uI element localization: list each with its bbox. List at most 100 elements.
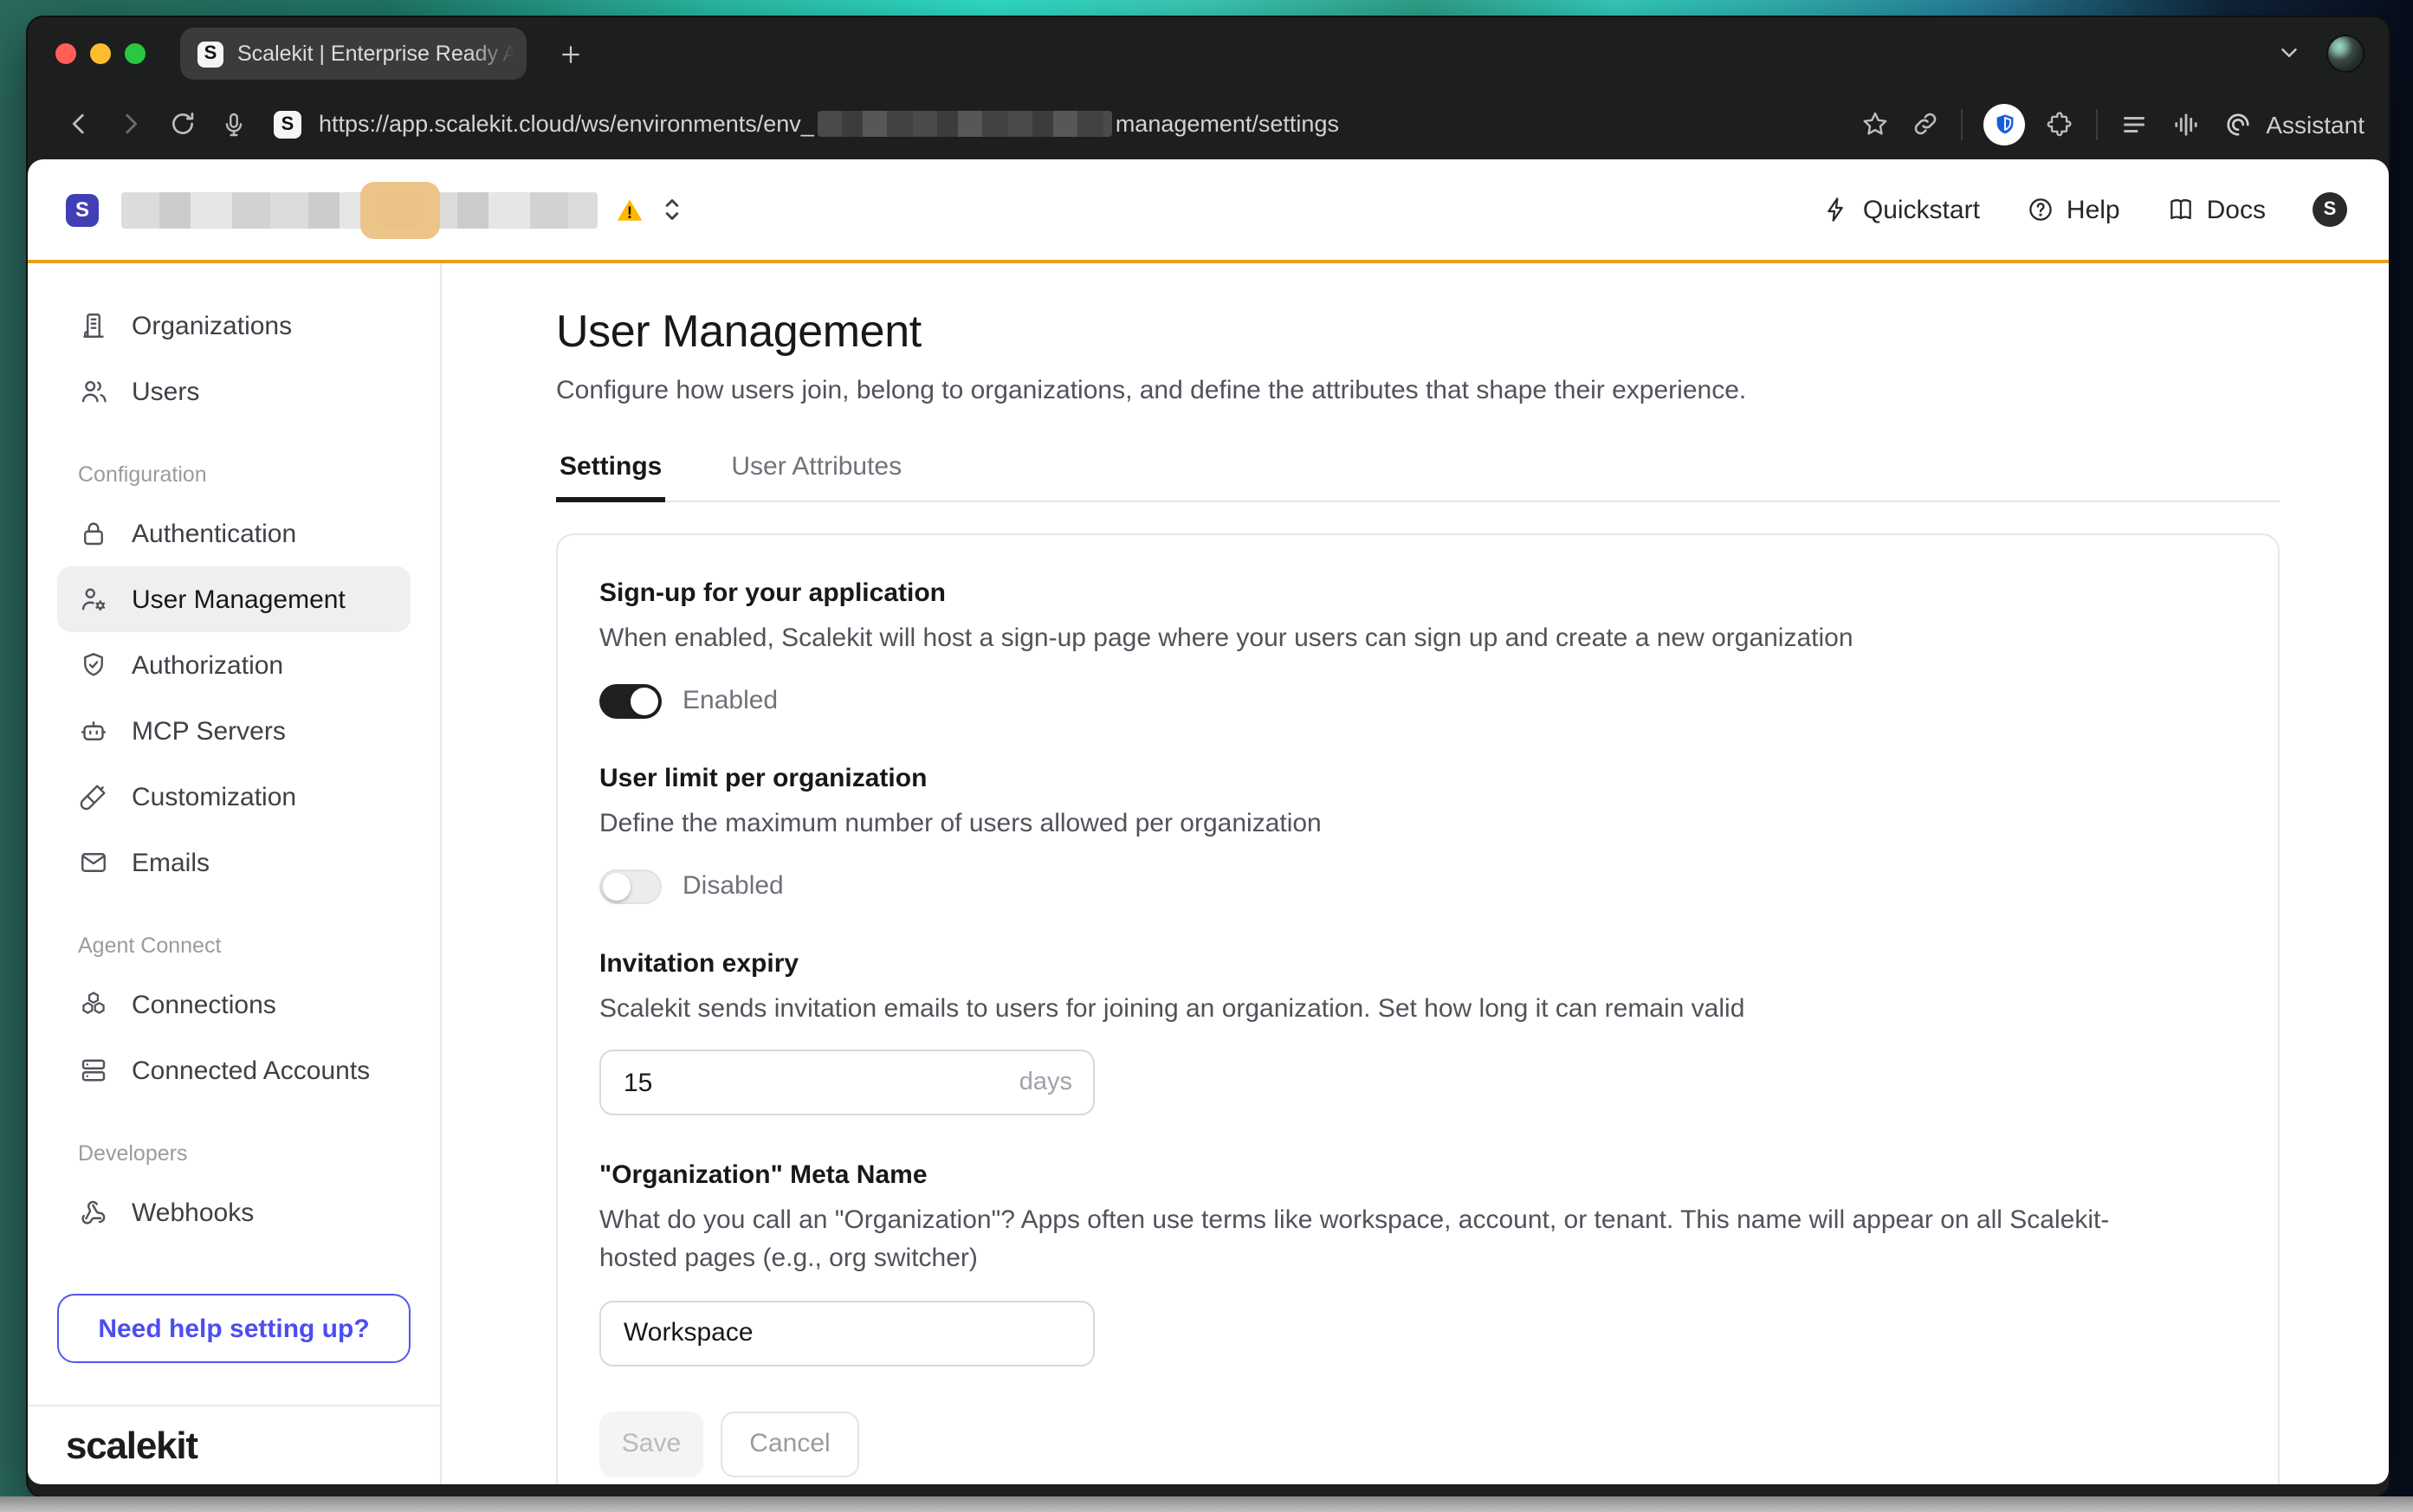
user-limit-toggle-label: Disabled bbox=[682, 871, 784, 901]
sidebar-item-label: Authentication bbox=[132, 519, 296, 548]
cubes-icon bbox=[78, 989, 109, 1020]
lightning-icon bbox=[1823, 196, 1851, 223]
sidebar-item-webhooks[interactable]: Webhooks bbox=[57, 1179, 411, 1245]
mail-icon bbox=[78, 847, 109, 878]
signup-section: Sign-up for your application When enable… bbox=[599, 578, 2236, 719]
settings-card: Sign-up for your application When enable… bbox=[556, 533, 2280, 1484]
server-stack-icon bbox=[78, 1055, 109, 1086]
org-meta-name-title: "Organization" Meta Name bbox=[599, 1161, 2236, 1191]
webhook-icon bbox=[78, 1197, 109, 1228]
extensions-puzzle-icon[interactable] bbox=[2046, 109, 2075, 139]
assistant-button[interactable]: Assistant bbox=[2222, 108, 2364, 139]
sidebar-item-label: User Management bbox=[132, 585, 346, 614]
book-icon bbox=[2167, 196, 2195, 223]
forward-button[interactable] bbox=[104, 98, 156, 150]
bitwarden-extension-button[interactable] bbox=[1983, 103, 2025, 145]
tab-search-chevron-icon[interactable] bbox=[2276, 40, 2302, 66]
invitation-expiry-title: Invitation expiry bbox=[599, 948, 2236, 978]
zoom-window-button[interactable] bbox=[125, 42, 146, 63]
shield-check-icon bbox=[78, 649, 109, 681]
microphone-icon bbox=[220, 110, 248, 138]
plus-icon bbox=[557, 41, 583, 67]
quickstart-button[interactable]: Quickstart bbox=[1823, 195, 1980, 224]
scalekit-app: S Quickstart Help bbox=[28, 159, 2389, 1484]
users-icon bbox=[78, 376, 109, 407]
reload-icon bbox=[167, 109, 197, 139]
forward-icon bbox=[115, 109, 145, 139]
sidebar-item-authentication[interactable]: Authentication bbox=[57, 501, 411, 566]
tab-settings[interactable]: Settings bbox=[556, 452, 665, 501]
sidebar-item-connected-accounts[interactable]: Connected Accounts bbox=[57, 1037, 411, 1103]
sidebar-item-label: Users bbox=[132, 377, 199, 406]
invitation-expiry-description: Scalekit sends invitation emails to user… bbox=[599, 990, 2158, 1028]
bookmark-star-icon[interactable] bbox=[1860, 109, 1890, 139]
sidebar-item-authorization[interactable]: Authorization bbox=[57, 632, 411, 698]
sidebar: Organizations Users Configuration Authen… bbox=[28, 263, 442, 1484]
close-window-button[interactable] bbox=[55, 42, 76, 63]
sidebar-footer: scalekit bbox=[28, 1405, 440, 1484]
invitation-expiry-section: Invitation expiry Scalekit sends invitat… bbox=[599, 948, 2236, 1116]
building-icon bbox=[78, 310, 109, 341]
signup-description: When enabled, Scalekit will host a sign-… bbox=[599, 620, 2158, 658]
environment-warning bbox=[615, 195, 644, 224]
robot-icon bbox=[78, 715, 109, 746]
help-button[interactable]: Help bbox=[2027, 195, 2120, 224]
lock-icon bbox=[78, 518, 109, 549]
voice-search-button[interactable] bbox=[208, 98, 260, 150]
desktop: S Scalekit | Enterprise Ready A bbox=[0, 0, 2413, 1512]
sidebar-item-label: MCP Servers bbox=[132, 716, 286, 746]
sidebar-item-user-management[interactable]: User Management bbox=[57, 566, 411, 632]
user-limit-section: User limit per organization Define the m… bbox=[599, 764, 2236, 904]
paintbrush-icon bbox=[78, 781, 109, 812]
workspace-name-redacted bbox=[121, 191, 598, 228]
signup-title: Sign-up for your application bbox=[599, 578, 2236, 608]
sidebar-item-label: Authorization bbox=[132, 650, 283, 680]
url-text: https://app.scalekit.cloud/ws/environmen… bbox=[319, 111, 1339, 137]
assistant-swirl-icon bbox=[2222, 108, 2254, 139]
address-bar[interactable]: S https://app.scalekit.cloud/ws/environm… bbox=[274, 110, 1840, 138]
invitation-expiry-unit: days bbox=[1019, 1050, 1072, 1116]
url-redacted-segment bbox=[818, 111, 1112, 137]
minimize-window-button[interactable] bbox=[90, 42, 111, 63]
user-limit-description: Define the maximum number of users allow… bbox=[599, 805, 2158, 843]
browser-tab[interactable]: S Scalekit | Enterprise Ready A bbox=[180, 28, 527, 80]
sidebar-item-organizations[interactable]: Organizations bbox=[57, 293, 411, 359]
sidebar-item-users[interactable]: Users bbox=[57, 359, 411, 424]
chevrons-up-down-icon bbox=[660, 194, 684, 225]
workspace-logo: S bbox=[66, 193, 99, 226]
browser-profile-avatar[interactable] bbox=[2326, 34, 2364, 72]
reload-button[interactable] bbox=[156, 98, 208, 150]
org-meta-name-input[interactable] bbox=[599, 1301, 1095, 1367]
user-avatar[interactable]: S bbox=[2313, 192, 2347, 227]
main-content: User Management Configure how users join… bbox=[442, 263, 2389, 1484]
browser-titlebar: S Scalekit | Enterprise Ready A bbox=[28, 17, 2389, 88]
waveform-icon[interactable] bbox=[2170, 108, 2202, 139]
tab-user-attributes[interactable]: User Attributes bbox=[728, 452, 905, 501]
user-limit-toggle[interactable] bbox=[599, 869, 662, 903]
sidebar-section-developers: Developers bbox=[78, 1141, 440, 1166]
signup-toggle[interactable] bbox=[599, 684, 662, 719]
org-meta-name-section: "Organization" Meta Name What do you cal… bbox=[599, 1161, 2236, 1367]
copy-link-icon[interactable] bbox=[1911, 109, 1940, 139]
workspace-switcher[interactable] bbox=[660, 194, 684, 225]
new-tab-button[interactable] bbox=[547, 31, 592, 76]
page-description: Configure how users join, belong to orga… bbox=[556, 376, 2389, 405]
sidebar-item-label: Webhooks bbox=[132, 1198, 254, 1227]
back-button[interactable] bbox=[52, 98, 104, 150]
scalekit-logo: scalekit bbox=[66, 1423, 197, 1468]
tab-bar: Settings User Attributes bbox=[556, 452, 2280, 502]
warning-triangle-icon bbox=[615, 195, 644, 224]
url-favicon: S bbox=[274, 110, 301, 138]
sidebar-section-configuration: Configuration bbox=[78, 462, 440, 487]
save-button[interactable]: Save bbox=[599, 1412, 703, 1477]
sidebar-item-mcp-servers[interactable]: MCP Servers bbox=[57, 698, 411, 764]
sidebar-item-connections[interactable]: Connections bbox=[57, 972, 411, 1037]
sidebar-item-customization[interactable]: Customization bbox=[57, 764, 411, 830]
docs-button[interactable]: Docs bbox=[2167, 195, 2266, 224]
browser-menu-icon[interactable] bbox=[2119, 108, 2150, 139]
cancel-button[interactable]: Cancel bbox=[721, 1412, 859, 1477]
sidebar-item-label: Organizations bbox=[132, 311, 292, 340]
help-circle-icon bbox=[2027, 196, 2054, 223]
need-help-button[interactable]: Need help setting up? bbox=[57, 1294, 411, 1363]
sidebar-item-emails[interactable]: Emails bbox=[57, 830, 411, 895]
